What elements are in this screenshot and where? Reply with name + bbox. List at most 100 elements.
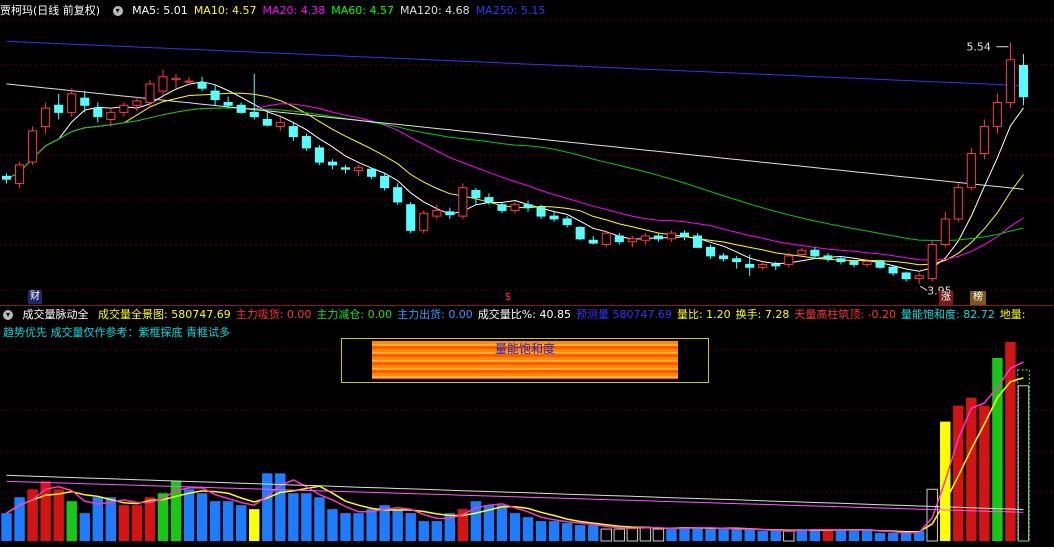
candle-body: [249, 111, 259, 118]
volume-bar: [235, 505, 247, 541]
candle-body: [301, 136, 311, 149]
candle-body: [197, 82, 207, 89]
candle-body: [419, 212, 429, 231]
candle-body: [719, 255, 729, 260]
indicator-header: ▾ 成交量脉动全 成交量全景图: 580747.69 主力吸货: 0.00 主力减仓…: [0, 307, 1036, 323]
volume-bar: [548, 521, 560, 541]
candle-body: [536, 207, 546, 217]
candle-body: [836, 258, 846, 263]
candle-body: [601, 232, 611, 246]
candle-body: [119, 104, 129, 113]
volume-bar: [718, 529, 729, 541]
candle-body: [927, 244, 937, 280]
indicator-item-label: 成交量比%:: [477, 308, 540, 321]
candle-body: [953, 187, 963, 220]
candle-body: [823, 255, 833, 260]
candle-body: [797, 249, 807, 255]
volume-bar: [535, 521, 547, 541]
candle-body: [210, 90, 220, 101]
candle-body: [771, 263, 781, 267]
ma10-line: [6, 92, 1024, 266]
candle-body: [1, 175, 12, 180]
candle-body: [979, 126, 989, 155]
panel-divider: [0, 305, 1054, 306]
indicator-item-label: 主力减仓:: [316, 308, 368, 321]
candle-body: [132, 100, 142, 106]
volume-bar: [731, 529, 742, 541]
price-chart[interactable]: 5.543.95: [0, 0, 1054, 300]
candle-body: [627, 238, 637, 243]
marker-bang[interactable]: 榜: [970, 291, 986, 305]
candle-body: [653, 235, 663, 240]
indicator-item-value: 1.20: [706, 308, 731, 321]
indicator-name: 成交量脉动全: [22, 308, 89, 321]
volume-bar: [574, 525, 586, 541]
volume-bar: [561, 523, 573, 541]
candle-body: [367, 168, 377, 177]
ma120-line: [6, 83, 1024, 190]
candle-body: [80, 97, 90, 106]
indicator-item: 主力出货: 0.00: [397, 308, 473, 321]
indicator-item-value: 580747.69: [171, 308, 231, 321]
indicator-item-value: 7.28: [764, 308, 790, 321]
candle-body: [575, 226, 585, 240]
candle-body: [966, 153, 976, 189]
candle-body: [67, 93, 77, 113]
candle-body: [93, 107, 103, 118]
volume-bar: [522, 517, 534, 541]
indicator-item: 天量高柱筑顶: -0.20: [794, 308, 896, 321]
candle-body: [549, 215, 559, 220]
candle-body: [745, 263, 755, 268]
marker-cai[interactable]: 财: [28, 290, 42, 304]
volume-bar: [613, 528, 626, 542]
candle-body: [875, 261, 885, 268]
candle-body: [458, 187, 468, 217]
volume-bar: [105, 497, 117, 541]
volume-bar: [874, 533, 886, 541]
indicator-item: 量比: 1.20: [677, 308, 731, 321]
candle-body: [588, 239, 598, 244]
volume-bar: [992, 357, 1003, 541]
volume-bar: [626, 526, 639, 542]
candle-body: [510, 204, 520, 211]
saturation-label: 量能饱和度: [494, 342, 555, 356]
candle-body: [862, 261, 872, 265]
candle-body: [236, 104, 246, 113]
volume-bar: [666, 529, 677, 541]
volume-bar: [340, 513, 351, 541]
dropdown-circle-icon[interactable]: ▾: [3, 310, 13, 320]
candle-body: [28, 130, 38, 163]
volume-bar: [353, 513, 364, 541]
ma60-line: [6, 107, 1024, 242]
volume-bar: [953, 405, 964, 541]
candle-body: [1018, 64, 1029, 98]
price-grid: [0, 19, 1054, 291]
candle-body: [679, 232, 690, 237]
indicator-item: 成交量比%: 40.85: [478, 308, 571, 321]
volume-bar: [887, 533, 899, 541]
indicator-item-value: 40.85: [539, 308, 571, 321]
marker-dollar[interactable]: $: [502, 290, 514, 304]
indicator-note: 趋势优先 成交量仅作参考：紫框探底 青框试多: [3, 326, 230, 339]
candle-body: [41, 107, 51, 128]
volume-bar: [209, 501, 221, 541]
candle-body: [158, 76, 168, 92]
candle-body: [54, 104, 64, 113]
volume-bar: [183, 489, 195, 541]
candle-body: [523, 204, 533, 209]
candle-body: [640, 235, 650, 241]
volume-bar: [418, 521, 429, 541]
volume-bar: [509, 513, 521, 541]
volume-bar: [900, 533, 912, 541]
volume-bar: [588, 525, 599, 541]
volume-bar: [405, 513, 416, 541]
volume-bar: [249, 509, 260, 541]
volume-bar: [1017, 385, 1030, 542]
indicator-item: 主力减仓: 0.00: [316, 308, 392, 321]
candle-body: [484, 197, 494, 203]
marker-zhang[interactable]: 涨: [939, 291, 953, 305]
volume-bar: [692, 527, 703, 541]
indicator-item-label: 量能饱和度:: [901, 308, 964, 321]
volume-bar: [744, 529, 755, 541]
volume-bar: [66, 501, 77, 541]
